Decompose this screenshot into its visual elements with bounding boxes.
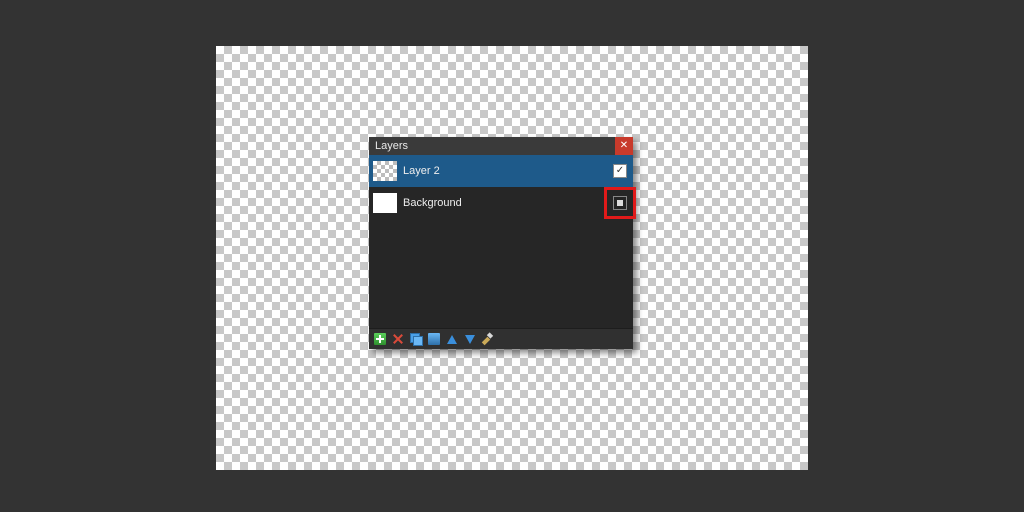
duplicate-layer-button[interactable] bbox=[409, 332, 423, 346]
layer-row-background[interactable]: Background bbox=[369, 187, 633, 219]
add-layer-button[interactable] bbox=[373, 332, 387, 346]
arrow-down-icon bbox=[465, 335, 475, 344]
close-icon: ✕ bbox=[620, 141, 628, 151]
arrow-up-icon bbox=[447, 335, 457, 344]
merge-layer-button[interactable] bbox=[427, 332, 441, 346]
plus-icon bbox=[374, 333, 386, 345]
move-layer-up-button[interactable] bbox=[445, 332, 459, 346]
duplicate-icon bbox=[410, 333, 422, 345]
layer-thumbnail bbox=[373, 193, 397, 213]
layer-visibility-checkbox[interactable] bbox=[613, 164, 627, 178]
layer-properties-button[interactable] bbox=[481, 332, 495, 346]
layers-panel: Layers ✕ Layer 2 Background bbox=[369, 137, 633, 349]
layer-name-label: Layer 2 bbox=[403, 165, 613, 177]
layer-thumbnail bbox=[373, 161, 397, 181]
layers-panel-header[interactable]: Layers ✕ bbox=[369, 137, 633, 155]
layer-list: Layer 2 Background bbox=[369, 155, 633, 328]
layers-panel-toolbar bbox=[369, 328, 633, 349]
layer-row-layer2[interactable]: Layer 2 bbox=[369, 155, 633, 187]
layers-panel-close-button[interactable]: ✕ bbox=[615, 137, 633, 155]
layer-visibility-checkbox[interactable] bbox=[613, 196, 627, 210]
move-layer-down-button[interactable] bbox=[463, 332, 477, 346]
merge-icon bbox=[428, 333, 440, 345]
delete-layer-button[interactable] bbox=[391, 332, 405, 346]
app-root: Layers ✕ Layer 2 Background bbox=[0, 0, 1024, 512]
wrench-icon bbox=[482, 333, 494, 345]
layers-panel-title: Layers bbox=[375, 140, 408, 152]
delete-icon bbox=[392, 333, 404, 345]
layer-name-label: Background bbox=[403, 197, 613, 209]
